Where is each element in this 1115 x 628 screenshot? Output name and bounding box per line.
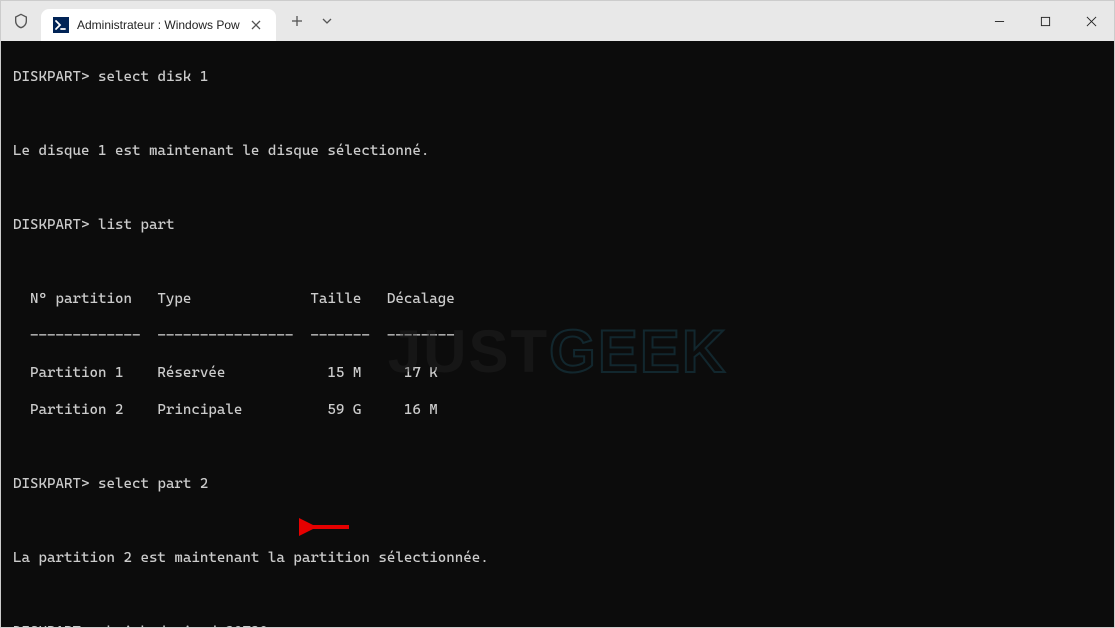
terminal-line <box>13 253 1102 272</box>
terminal-area[interactable]: DISKPART> select disk 1 Le disque 1 est … <box>1 41 1114 627</box>
close-button[interactable] <box>1068 1 1114 41</box>
terminal-line <box>13 512 1102 531</box>
titlebar: Administrateur : Windows Pow <box>1 1 1114 41</box>
minimize-button[interactable] <box>976 1 1022 41</box>
window-controls <box>976 1 1114 41</box>
shield-icon <box>1 1 41 41</box>
terminal-line <box>13 586 1102 605</box>
terminal-line <box>13 179 1102 198</box>
red-arrow-annotation <box>299 517 354 537</box>
diskpart-prompt: DISKPART> <box>13 624 89 628</box>
active-tab[interactable]: Administrateur : Windows Pow <box>41 9 276 41</box>
diskpart-prompt: DISKPART> <box>13 217 89 233</box>
diskpart-prompt: DISKPART> <box>13 69 89 85</box>
terminal-line: DISKPART> select part 2 <box>13 475 1102 494</box>
new-tab-button[interactable] <box>282 6 312 36</box>
powershell-icon <box>53 17 69 33</box>
terminal-line: DISKPART> shrink desired=30720 <box>13 623 1102 628</box>
table-divider: ------------- ---------------- ------- -… <box>13 327 1102 346</box>
tab-dropdown-button[interactable] <box>312 6 342 36</box>
table-row: Partition 1 Réservée 15 M 17 K <box>13 364 1102 383</box>
tab-close-button[interactable] <box>248 17 264 33</box>
command-text: list part <box>98 217 174 233</box>
terminal-line <box>13 438 1102 457</box>
terminal-line: DISKPART> select disk 1 <box>13 68 1102 87</box>
tab-title: Administrateur : Windows Pow <box>77 18 240 32</box>
maximize-button[interactable] <box>1022 1 1068 41</box>
app-window: Administrateur : Windows Pow <box>0 0 1115 628</box>
output-text: La partition 2 est maintenant la partiti… <box>13 549 1102 568</box>
command-text: select part 2 <box>98 476 208 492</box>
table-header: N° partition Type Taille Décalage <box>13 290 1102 309</box>
command-text: shrink desired=30720 <box>98 624 268 628</box>
output-text: Le disque 1 est maintenant le disque sél… <box>13 142 1102 161</box>
terminal-line: DISKPART> list part <box>13 216 1102 235</box>
diskpart-prompt: DISKPART> <box>13 476 89 492</box>
terminal-line <box>13 105 1102 124</box>
command-text: select disk 1 <box>98 69 208 85</box>
watermark: JUSTGEEK <box>388 342 727 361</box>
table-row: Partition 2 Principale 59 G 16 M <box>13 401 1102 420</box>
